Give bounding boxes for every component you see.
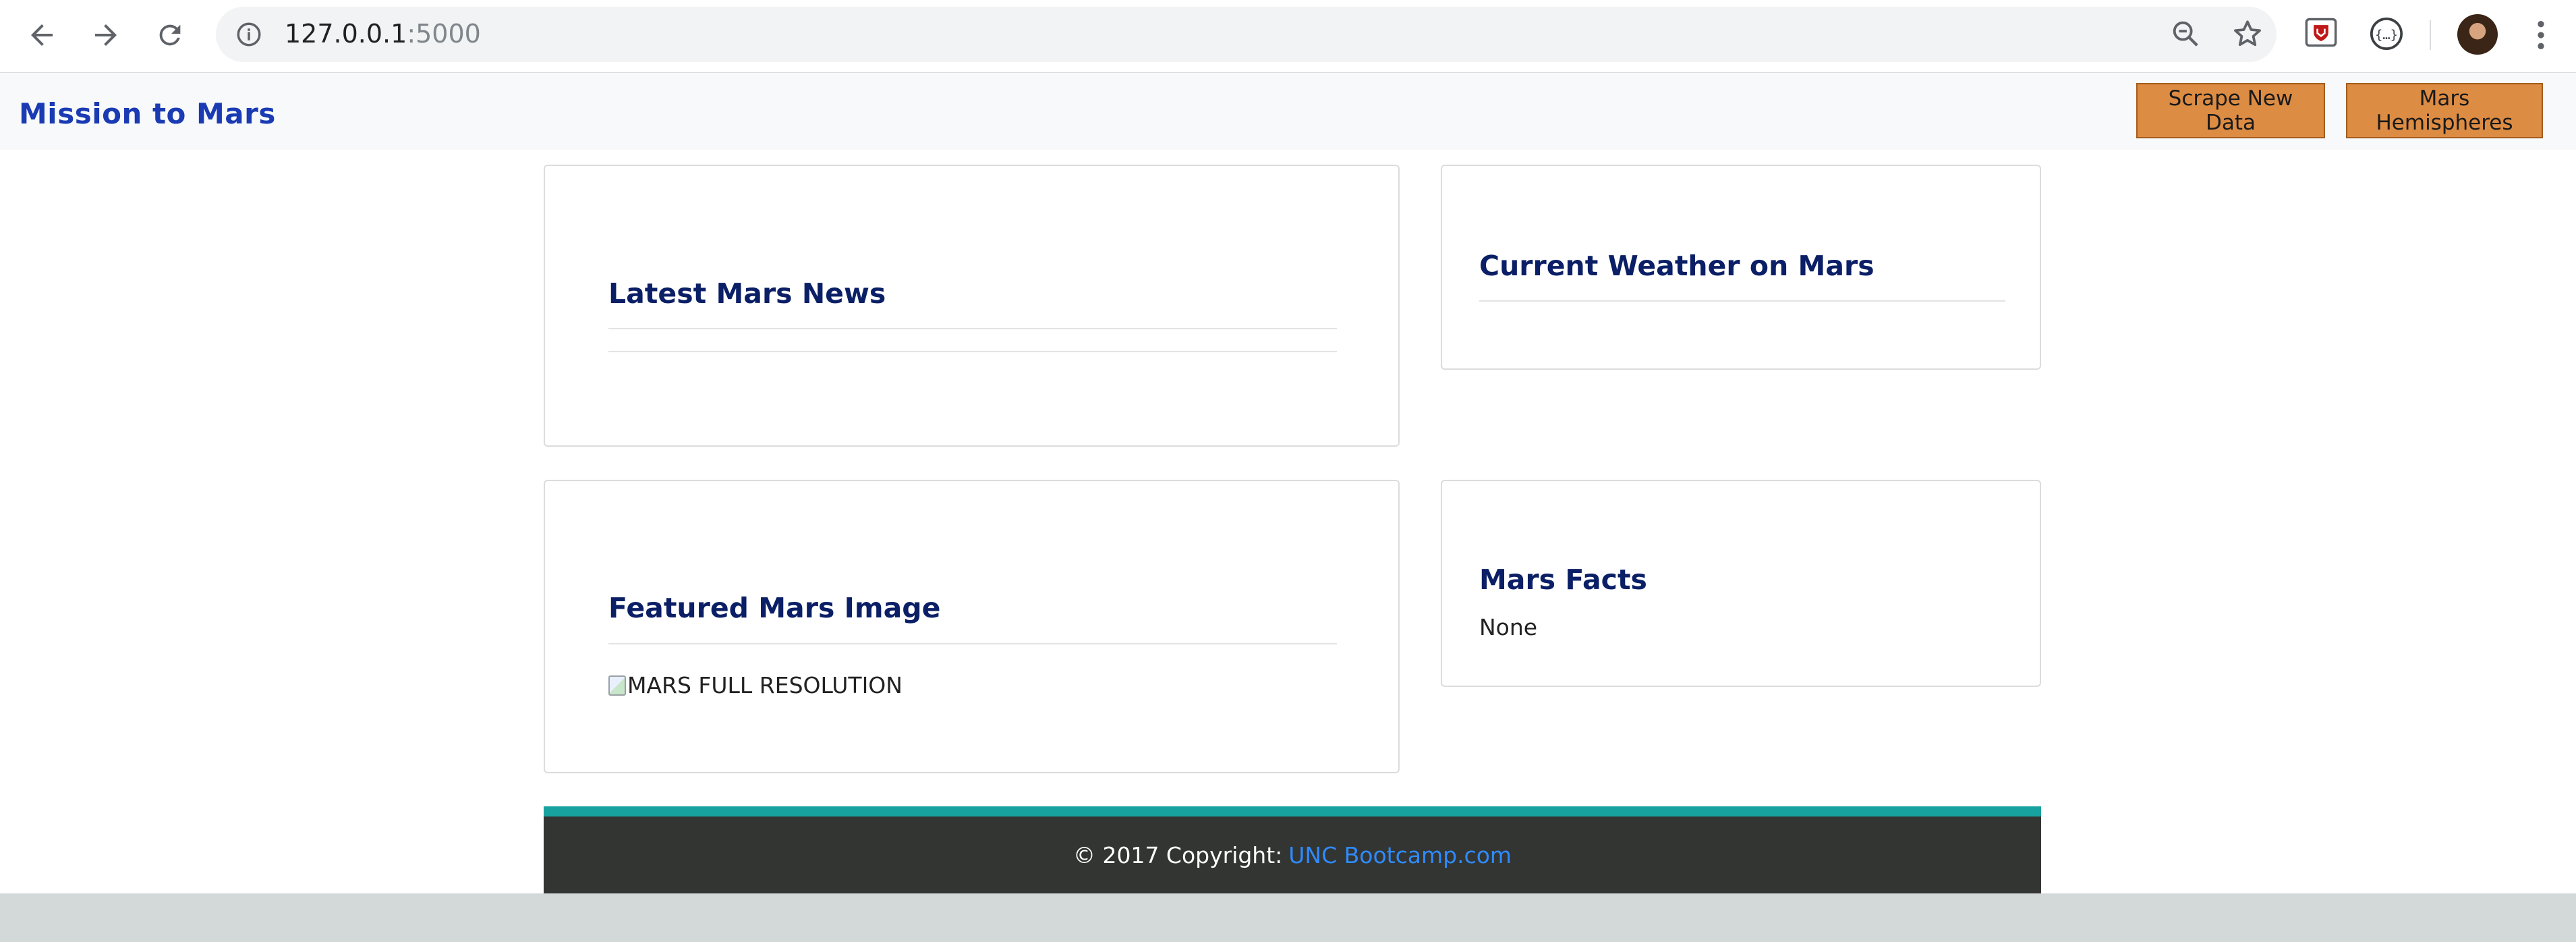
featured-image-alt: MARS FULL RESOLUTION — [627, 672, 903, 698]
url-port: :5000 — [407, 19, 481, 49]
image-title: Featured Mars Image — [608, 592, 941, 624]
info-icon[interactable] — [235, 20, 263, 52]
toolbar-divider — [2430, 20, 2431, 50]
address-bar[interactable]: 127.0.0.1:5000 — [216, 7, 2277, 62]
star-icon[interactable] — [2231, 17, 2264, 54]
broken-image-icon — [608, 675, 626, 696]
more-vert-icon[interactable] — [2533, 16, 2549, 57]
featured-image[interactable]: MARS FULL RESOLUTION — [608, 672, 903, 698]
scrape-new-data-button[interactable]: Scrape New Data — [2136, 83, 2325, 138]
brand-link[interactable]: Mission to Mars — [19, 97, 276, 130]
reload-icon[interactable] — [148, 13, 192, 57]
footer-accent-band — [544, 806, 2041, 816]
json-extension-icon[interactable]: {…} — [2368, 15, 2405, 56]
url-host: 127.0.0.1 — [285, 19, 407, 49]
page-bottom-area — [0, 893, 2576, 942]
profile-avatar[interactable] — [2457, 14, 2498, 55]
image-card: Featured Mars Image MARS FULL RESOLUTION — [544, 480, 1400, 773]
svg-text:{…}: {…} — [2375, 28, 2398, 43]
news-card: Latest Mars News — [544, 165, 1400, 447]
news-divider — [608, 328, 1337, 329]
footer-link[interactable]: UNC Bootcamp.com — [1288, 842, 1512, 868]
page-footer: © 2017 Copyright: UNC Bootcamp.com — [544, 816, 2041, 893]
weather-divider — [1479, 300, 2005, 302]
mars-hemispheres-button[interactable]: Mars Hemispheres — [2346, 83, 2543, 138]
weather-title: Current Weather on Mars — [1479, 250, 1874, 282]
footer-copyright: © 2017 Copyright: — [1072, 841, 1283, 868]
news-divider-2 — [608, 351, 1337, 352]
back-arrow-icon[interactable] — [20, 13, 63, 57]
forward-arrow-icon[interactable] — [84, 13, 127, 57]
news-title: Latest Mars News — [608, 277, 886, 310]
facts-body: None — [1479, 614, 1538, 640]
url-text: 127.0.0.1:5000 — [285, 19, 481, 49]
zoom-out-icon[interactable] — [2170, 18, 2201, 53]
facts-card: Mars Facts None — [1441, 480, 2041, 687]
facts-title: Mars Facts — [1479, 563, 1647, 596]
page-navbar: Mission to Mars Scrape New Data Mars Hem… — [0, 73, 2576, 150]
weather-card: Current Weather on Mars — [1441, 165, 2041, 370]
browser-toolbar: 127.0.0.1:5000 {…} — [0, 0, 2576, 74]
mcafee-shield-icon[interactable] — [2303, 15, 2339, 53]
image-divider — [608, 643, 1337, 644]
